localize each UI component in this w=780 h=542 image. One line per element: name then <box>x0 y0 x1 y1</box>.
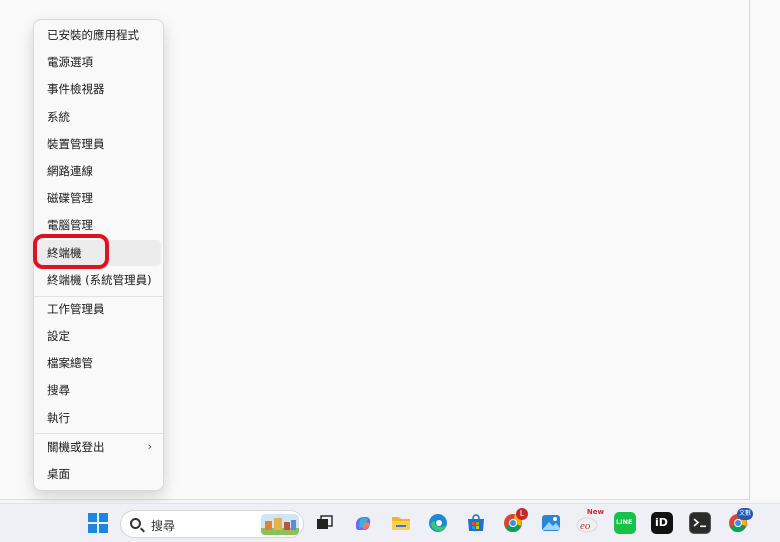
window-edge <box>751 0 780 500</box>
menu-item-computer-management[interactable]: 電腦管理 <box>38 212 161 238</box>
menu-item-label: 關機或登出 <box>47 440 105 454</box>
chrome-profile-icon[interactable]: 文數 <box>727 508 753 534</box>
terminal-icon[interactable] <box>689 512 711 534</box>
menu-item-search[interactable]: 搜尋 <box>38 377 161 403</box>
file-explorer-icon[interactable] <box>390 512 412 534</box>
menu-item-disk-management[interactable]: 磁碟管理 <box>38 185 161 211</box>
id-app-label: iD <box>655 516 668 529</box>
search-placeholder: 搜尋 <box>151 519 176 533</box>
menu-item-terminal[interactable]: 終端機 <box>38 240 161 266</box>
eclass-icon[interactable]: eo New <box>576 508 604 534</box>
copilot-icon[interactable] <box>352 512 374 534</box>
chrome-profile-badge: L <box>516 508 528 520</box>
menu-item-installed-apps[interactable]: 已安裝的應用程式 <box>38 22 161 48</box>
chevron-right-icon: › <box>147 440 152 453</box>
search-highlight-illustration <box>261 514 299 535</box>
taskbar: 搜尋 L eo New LINE iD 文數 <box>0 503 780 542</box>
menu-item-file-explorer[interactable]: 檔案總管 <box>38 350 161 376</box>
windows-start-icon[interactable] <box>88 513 108 533</box>
eclass-new-label: New <box>586 508 604 516</box>
winx-context-menu: 已安裝的應用程式 電源選項 事件檢視器 系統 裝置管理員 網路連線 磁碟管理 電… <box>33 19 164 491</box>
taskbar-search-box[interactable]: 搜尋 <box>120 510 304 538</box>
menu-item-event-viewer[interactable]: 事件檢視器 <box>38 76 161 102</box>
photos-icon[interactable] <box>540 512 562 534</box>
task-view-icon[interactable] <box>313 512 335 534</box>
menu-item-settings[interactable]: 設定 <box>38 323 161 349</box>
menu-item-network-connections[interactable]: 網路連線 <box>38 158 161 184</box>
microsoft-store-icon[interactable] <box>465 512 487 534</box>
line-icon[interactable]: LINE <box>614 512 636 534</box>
menu-item-shutdown-signout[interactable]: 關機或登出 › <box>38 434 161 460</box>
menu-item-run[interactable]: 執行 <box>38 405 161 431</box>
menu-item-terminal-admin[interactable]: 終端機 (系統管理員) <box>38 267 161 293</box>
menu-item-desktop[interactable]: 桌面 <box>38 461 161 487</box>
menu-item-system[interactable]: 系統 <box>38 104 161 130</box>
edge-icon[interactable] <box>427 512 449 534</box>
search-icon <box>130 518 141 529</box>
chrome-profile-badge: 文數 <box>737 508 753 520</box>
menu-item-device-manager[interactable]: 裝置管理員 <box>38 131 161 157</box>
svg-text:eo: eo <box>580 520 591 532</box>
id-app-icon[interactable]: iD <box>651 512 673 534</box>
menu-item-power-options[interactable]: 電源選項 <box>38 49 161 75</box>
menu-item-task-manager[interactable]: 工作管理員 <box>38 296 161 322</box>
chrome-icon[interactable]: L <box>502 508 528 534</box>
line-label: LINE <box>616 518 633 526</box>
